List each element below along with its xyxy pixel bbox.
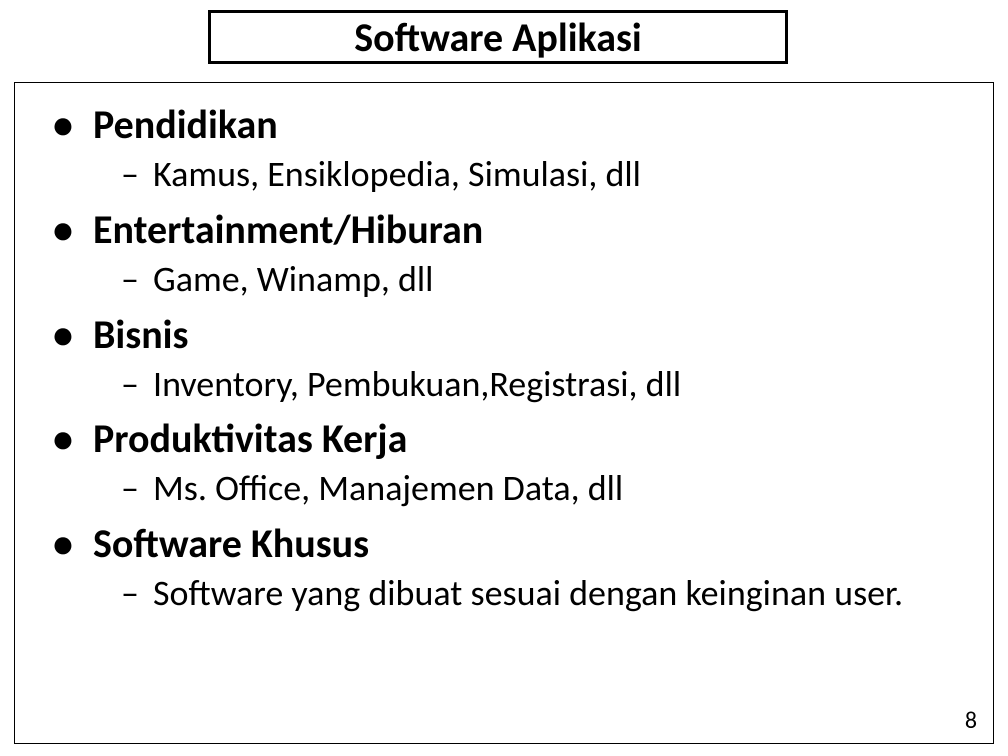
item-heading-row: • Produktivitas Kerja: [15, 415, 993, 463]
item-sub-row: – Ms. Office, Manajemen Data, dll: [15, 465, 993, 512]
item-sub: Ms. Office, Manajemen Data, dll: [153, 465, 623, 512]
bullet-icon: •: [53, 311, 93, 359]
bullet-icon: •: [53, 415, 93, 463]
bullet-icon: •: [53, 520, 93, 568]
item-sub-row: – Kamus, Ensiklopedia, Simulasi, dll: [15, 151, 993, 198]
dash-icon: –: [121, 151, 153, 198]
item-heading-row: • Software Khusus: [15, 520, 993, 568]
item-heading: Software Khusus: [93, 520, 369, 568]
list-item: • Produktivitas Kerja – Ms. Office, Mana…: [15, 415, 993, 520]
bullet-icon: •: [53, 206, 93, 254]
dash-icon: –: [121, 465, 153, 512]
item-sub: Software yang dibuat sesuai dengan keing…: [153, 570, 903, 617]
item-heading: Entertainment/Hiburan: [93, 206, 483, 254]
item-sub: Game, Winamp, dll: [153, 256, 433, 303]
item-heading-row: • Entertainment/Hiburan: [15, 206, 993, 254]
item-heading-row: • Bisnis: [15, 311, 993, 359]
list-item: • Bisnis – Inventory, Pembukuan,Registra…: [15, 311, 993, 416]
item-sub-row: – Software yang dibuat sesuai dengan kei…: [15, 570, 993, 617]
list-item: • Software Khusus – Software yang dibuat…: [15, 520, 993, 625]
page-number: 8: [965, 706, 977, 735]
dash-icon: –: [121, 256, 153, 303]
item-heading: Bisnis: [93, 311, 188, 359]
item-sub-row: – Inventory, Pembukuan,Registrasi, dll: [15, 361, 993, 408]
item-heading: Pendidikan: [93, 101, 278, 149]
dash-icon: –: [121, 570, 153, 617]
item-sub: Inventory, Pembukuan,Registrasi, dll: [153, 361, 681, 408]
item-sub-row: – Game, Winamp, dll: [15, 256, 993, 303]
list-item: • Entertainment/Hiburan – Game, Winamp, …: [15, 206, 993, 311]
slide-title: Software Aplikasi: [354, 13, 642, 62]
list-item: • Pendidikan – Kamus, Ensiklopedia, Simu…: [15, 101, 993, 206]
dash-icon: –: [121, 361, 153, 408]
item-heading-row: • Pendidikan: [15, 101, 993, 149]
bullet-icon: •: [53, 101, 93, 149]
item-sub: Kamus, Ensiklopedia, Simulasi, dll: [153, 151, 641, 198]
slide-title-box: Software Aplikasi: [208, 10, 788, 64]
content-box: • Pendidikan – Kamus, Ensiklopedia, Simu…: [14, 82, 994, 744]
item-heading: Produktivitas Kerja: [93, 415, 407, 463]
